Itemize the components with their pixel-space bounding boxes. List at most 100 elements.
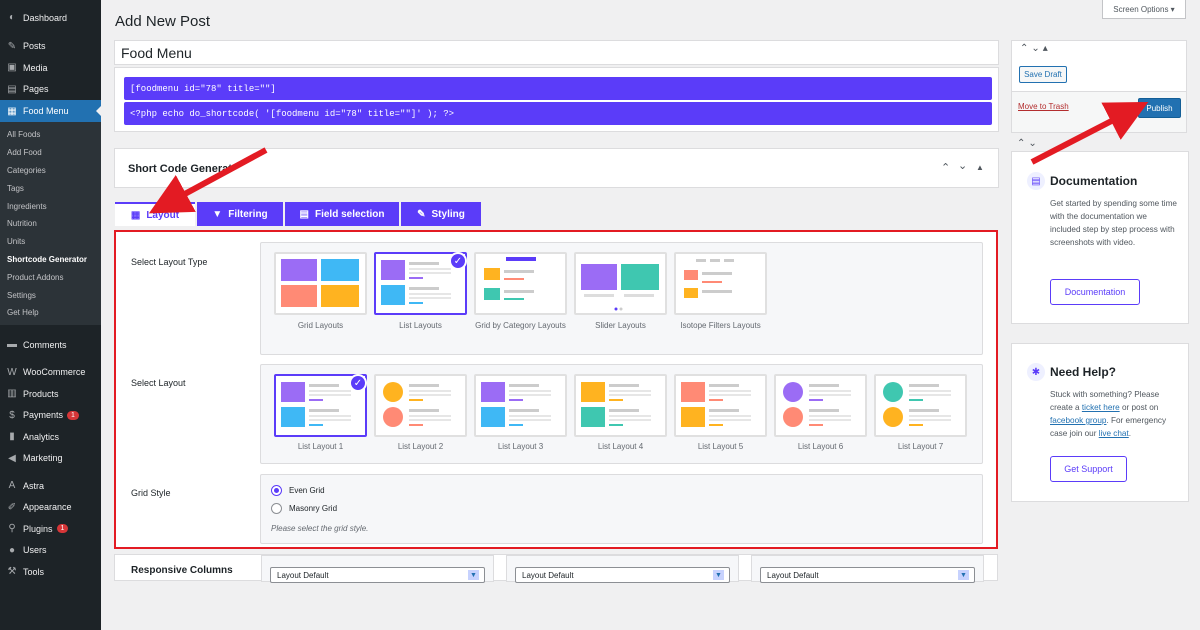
documentation-text: Get started by spending some time with t… xyxy=(1050,199,1177,247)
chevron-down-icon: ▼ xyxy=(468,570,479,580)
sidebar-item-label: Comments xyxy=(23,339,67,350)
layout-1[interactable]: ✓ xyxy=(274,374,367,437)
sidebar-item-tools[interactable]: ⚒ Tools xyxy=(0,561,101,583)
sidebar-item-comments[interactable]: ▬ Comments xyxy=(0,334,101,356)
submenu-item-settings[interactable]: Settings xyxy=(0,286,101,304)
publish-button[interactable]: Publish xyxy=(1138,98,1181,118)
column-select[interactable]: Layout Default ▼ xyxy=(760,567,975,583)
layout-type-grid-by-category-layouts[interactable] xyxy=(474,252,567,315)
save-draft-button[interactable]: Save Draft xyxy=(1019,66,1067,83)
submenu-item-tags[interactable]: Tags xyxy=(0,179,101,197)
sidebar-item-marketing[interactable]: ◀ Marketing xyxy=(0,447,101,469)
column-select[interactable]: Layout Default ▼ xyxy=(270,567,485,583)
layout-type-list-layouts[interactable]: ✓ xyxy=(374,252,467,315)
sidebar-item-analytics[interactable]: ▮ Analytics xyxy=(0,426,101,448)
submenu-item-shortcode-generator[interactable]: Shortcode Generator xyxy=(0,251,101,269)
submenu-item-all-foods[interactable]: All Foods xyxy=(0,126,101,144)
thumb-label: List Layout 7 xyxy=(897,442,944,451)
sidebar-item-appearance[interactable]: ✐ Appearance xyxy=(0,496,101,518)
thumb-label: Slider Layouts xyxy=(595,321,646,330)
layout-7[interactable] xyxy=(874,374,967,437)
chevron-up-icon[interactable]: ⌃ xyxy=(941,161,950,174)
move-to-trash-link[interactable]: Move to Trash xyxy=(1018,102,1069,111)
food-menu-icon: ▦ xyxy=(7,105,17,117)
submenu-item-categories[interactable]: Categories xyxy=(0,162,101,180)
facebook-group-link[interactable]: facebook group xyxy=(1050,416,1106,425)
shortcode-box: [foodmenu id="78" title=""] <?php echo d… xyxy=(114,67,999,132)
live-chat-link[interactable]: live chat xyxy=(1099,429,1129,438)
thumb-label: List Layout 6 xyxy=(797,442,844,451)
submenu-item-ingredients[interactable]: Ingredients xyxy=(0,197,101,215)
ticket-link[interactable]: ticket here xyxy=(1082,403,1120,412)
sidebar-item-dashboard[interactable]: ◐ Dashboard xyxy=(0,7,101,29)
responsive-label: Responsive Columns xyxy=(131,565,233,576)
get-support-button[interactable]: Get Support xyxy=(1050,456,1127,482)
sidebar-item-label: Products xyxy=(23,388,59,399)
sidebar-item-food-menu[interactable]: ▦ Food Menu xyxy=(0,100,101,122)
layout-3[interactable] xyxy=(474,374,567,437)
thumb-label: List Layout 3 xyxy=(497,442,544,451)
analytics-icon: ▮ xyxy=(9,431,15,443)
php-shortcode-text[interactable]: <?php echo do_shortcode( '[foodmenu id="… xyxy=(124,102,992,125)
users-icon: ● xyxy=(8,544,16,556)
layout-6[interactable] xyxy=(774,374,867,437)
thumb-label: List Layout 5 xyxy=(697,442,744,451)
shortcode-generator-panel: Short Code Generat ⌃ ⌄ ▲ xyxy=(114,148,999,188)
column-select-group: Layout Default ▼ xyxy=(261,555,494,583)
post-title-input[interactable]: Food Menu xyxy=(114,40,999,65)
submenu-item-add-food[interactable]: Add Food xyxy=(0,144,101,162)
pin-icon: ✎ xyxy=(7,40,17,52)
tab-styling[interactable]: ✎ Styling xyxy=(401,202,481,226)
layout-4[interactable] xyxy=(574,374,667,437)
sidebar-item-woocommerce[interactable]: W WooCommerce xyxy=(0,361,101,383)
sidebar-item-payments[interactable]: $ Payments 1 xyxy=(0,404,101,426)
layout-type-grid-layouts[interactable] xyxy=(274,252,367,315)
responsive-columns-panel: Responsive Columns Layout Default ▼ Layou… xyxy=(114,554,998,583)
thumb-label: Isotope Filters Layouts xyxy=(680,321,761,330)
column-select-group: Layout Default ▼ xyxy=(751,555,984,583)
panel-controls[interactable]: ⌃⌄▴ xyxy=(1020,43,1051,54)
tab-layout[interactable]: ▦ Layout xyxy=(115,202,195,226)
tab-filtering[interactable]: ▼ Filtering xyxy=(197,202,283,226)
submenu-item-units[interactable]: Units xyxy=(0,233,101,251)
select-value: Layout Default xyxy=(767,571,819,580)
sidebar-item-astra[interactable]: A Astra xyxy=(0,475,101,497)
chevron-down-icon[interactable]: ⌄ xyxy=(958,159,967,172)
grid-style-label: Grid Style xyxy=(131,488,171,498)
sidebar-item-label: Pages xyxy=(23,84,49,95)
submenu-item-product-addons[interactable]: Product Addons xyxy=(0,268,101,286)
shortcode-text[interactable]: [foodmenu id="78" title=""] xyxy=(124,77,992,100)
sidebar-item-users[interactable]: ● Users xyxy=(0,539,101,561)
sidebar-item-products[interactable]: ▥ Products xyxy=(0,383,101,405)
sidebar-item-posts[interactable]: ✎ Posts xyxy=(0,36,101,58)
sidebar-item-label: Tools xyxy=(23,566,45,577)
radio-masonry-grid[interactable]: Masonry Grid xyxy=(271,503,337,514)
documentation-button[interactable]: Documentation xyxy=(1050,279,1140,305)
thumb-label: Grid Layouts xyxy=(297,321,344,330)
thumb-label: List Layout 4 xyxy=(597,442,644,451)
chevron-down-icon: ▼ xyxy=(713,570,724,580)
submenu-item-get-help[interactable]: Get Help xyxy=(0,304,101,322)
toggle-arrow-icon[interactable]: ▲ xyxy=(976,163,984,172)
layout-2[interactable] xyxy=(374,374,467,437)
radio-even-grid[interactable]: Even Grid xyxy=(271,485,325,496)
sidebar-item-media[interactable]: ▣ Media xyxy=(0,57,101,79)
panel-controls[interactable]: ⌃⌄ xyxy=(1017,138,1040,149)
sidebar-item-plugins[interactable]: ⚲ Plugins 1 xyxy=(0,518,101,540)
layout-type-isotope-filters-layouts[interactable] xyxy=(674,252,767,315)
submenu-item-nutrition[interactable]: Nutrition xyxy=(0,215,101,233)
need-help-text: Stuck with something? Please create a ti… xyxy=(1050,388,1178,440)
radio-label: Masonry Grid xyxy=(289,504,338,513)
layout-type-slider-layouts[interactable] xyxy=(574,252,667,315)
column-select[interactable]: Layout Default ▼ xyxy=(515,567,730,583)
radio-checked-icon xyxy=(271,485,282,496)
sidebar-item-label: Appearance xyxy=(23,502,72,513)
brush-icon: ✎ xyxy=(417,208,426,220)
layout-5[interactable] xyxy=(674,374,767,437)
notification-badge: 1 xyxy=(67,410,79,420)
document-icon: ▤ xyxy=(1027,172,1045,190)
astra-icon: A xyxy=(8,480,16,492)
sidebar-item-pages[interactable]: ▤ Pages xyxy=(0,79,101,101)
screen-options-button[interactable]: Screen Options ▾ xyxy=(1102,0,1186,19)
tab-field-selection[interactable]: ▤ Field selection xyxy=(285,202,399,226)
